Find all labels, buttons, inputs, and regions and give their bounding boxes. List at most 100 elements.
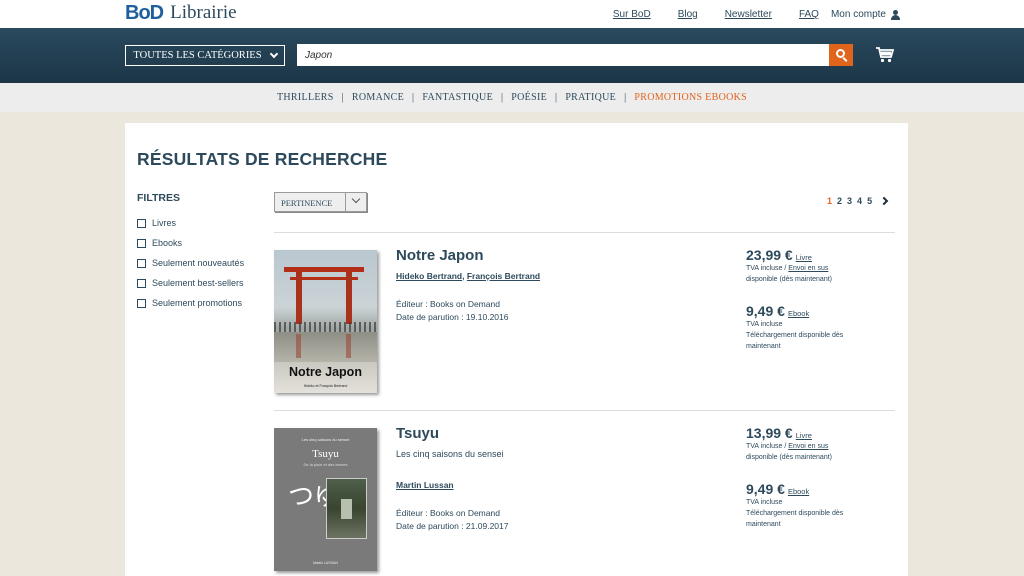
price-tax: TVA incluse / Envoi en sus	[746, 441, 832, 452]
checkbox[interactable]	[137, 258, 146, 268]
availability: disponible (dès maintenant)	[746, 454, 832, 461]
format-link-livre[interactable]: Livre	[796, 431, 812, 440]
top-bar: BoD BOOKS on DEMAND Librairie Sur BoD Bl…	[0, 0, 1024, 33]
search-input[interactable]	[297, 44, 829, 66]
book-authors: Martin Lussan	[396, 480, 454, 490]
author-link[interactable]: Martin Lussan	[396, 480, 454, 490]
page-4[interactable]: 4	[857, 196, 862, 206]
price-print: 23,99 €	[746, 247, 793, 263]
sort-label: PERTINENCE	[281, 198, 333, 208]
sort-dropdown[interactable]: PERTINENCE	[274, 192, 367, 212]
filter-ebooks[interactable]: Ebooks	[137, 238, 182, 248]
filter-livres[interactable]: Livres	[137, 218, 176, 228]
category-pratique[interactable]: PRATIQUE	[565, 92, 616, 103]
book-cover[interactable]: Notre Japon Hideko et François Bertrand	[274, 250, 377, 393]
author-link[interactable]: Hideko Bertrand	[396, 271, 462, 281]
filter-label: Seulement promotions	[152, 298, 243, 308]
page-5[interactable]: 5	[867, 196, 872, 206]
checkbox[interactable]	[137, 218, 146, 228]
logo-wordmark: Librairie	[170, 2, 237, 23]
book-date: Date de parution : 19.10.2016	[396, 312, 509, 322]
book-authors: Hideko Bertrand, François Bertrand	[396, 271, 541, 281]
tax-label: TVA incluse /	[746, 443, 789, 450]
category-fantastique[interactable]: FANTASTIQUE	[422, 92, 493, 103]
link-blog[interactable]: Blog	[678, 9, 698, 20]
cover-pillar	[346, 272, 352, 324]
shipping-link[interactable]: Envoi en sus	[788, 443, 828, 450]
book-date: Date de parution : 21.09.2017	[396, 521, 509, 531]
price-tax: TVA incluse	[746, 499, 783, 506]
filter-best-sellers[interactable]: Seulement best-sellers	[137, 278, 244, 288]
price-line: 9,49 € Ebook	[746, 303, 876, 319]
category-poesie[interactable]: POÉSIE	[511, 92, 547, 103]
cover-tagline: De la pluie et des larmes	[303, 462, 348, 467]
book-meta: Éditeur : Books on Demand Date de paruti…	[396, 298, 508, 324]
divider	[274, 232, 895, 233]
category-romance[interactable]: ROMANCE	[352, 92, 404, 103]
book-meta: Éditeur : Books on Demand Date de paruti…	[396, 507, 508, 533]
format-link-ebook[interactable]: Ebook	[788, 309, 809, 318]
price-line: 23,99 € Livre	[746, 247, 832, 263]
price-block-print: 13,99 € Livre TVA incluse / Envoi en sus…	[746, 425, 832, 463]
account-link[interactable]: Mon compte	[831, 9, 900, 20]
search-bar: TOUTES LES CATÉGORIES	[0, 28, 1024, 83]
book-title[interactable]: Tsuyu	[396, 425, 439, 442]
link-faq[interactable]: FAQ	[799, 9, 819, 20]
book-publisher: Éditeur : Books on Demand	[396, 508, 500, 518]
tax-label: TVA incluse /	[746, 265, 789, 272]
checkbox[interactable]	[137, 278, 146, 288]
logo[interactable]: BoD BOOKS on DEMAND Librairie	[125, 2, 237, 33]
category-separator: |	[624, 92, 627, 103]
cover-pillar	[296, 272, 302, 324]
cover-author: Martin LUSSAN	[313, 561, 338, 565]
cover-reflection	[296, 334, 301, 358]
book-title[interactable]: Notre Japon	[396, 247, 484, 264]
cart-icon[interactable]	[876, 47, 894, 63]
filter-nouveautes[interactable]: Seulement nouveautés	[137, 258, 244, 268]
price-block-print: 23,99 € Livre TVA incluse / Envoi en sus…	[746, 247, 832, 285]
format-link-livre[interactable]: Livre	[796, 253, 812, 262]
price-ebook: 9,49 €	[746, 303, 785, 319]
search-button[interactable]	[829, 44, 853, 66]
sort-divider	[345, 193, 346, 211]
chevron-down-icon	[351, 194, 361, 204]
divider	[274, 410, 895, 411]
availability: Téléchargement disponible dès maintenant	[746, 332, 844, 350]
page-1[interactable]: 1	[827, 196, 832, 206]
cover-people	[274, 322, 377, 332]
price-tax: TVA incluse	[746, 321, 783, 328]
book-cover[interactable]: Les cinq saisons du sensei Tsuyu De la p…	[274, 428, 377, 571]
price-line: 13,99 € Livre	[746, 425, 832, 441]
price-print: 13,99 €	[746, 425, 793, 441]
pagination: 1 2 3 4 5	[827, 196, 889, 206]
page-2[interactable]: 2	[837, 196, 842, 206]
category-dropdown[interactable]: TOUTES LES CATÉGORIES	[125, 45, 285, 66]
top-links: Sur BoD Blog Newsletter FAQ Mon compte	[586, 9, 900, 20]
category-separator: |	[412, 92, 415, 103]
page-3[interactable]: 3	[847, 196, 852, 206]
filter-label: Livres	[152, 218, 177, 228]
checkbox[interactable]	[137, 298, 146, 308]
chevron-right-icon[interactable]	[879, 196, 889, 206]
author-link[interactable]: François Bertrand	[467, 271, 540, 281]
cover-title: Tsuyu	[312, 448, 339, 460]
filters-title: FILTRES	[137, 192, 180, 204]
shipping-link[interactable]: Envoi en sus	[788, 265, 828, 272]
account-label: Mon compte	[830, 9, 886, 20]
book-publisher: Éditeur : Books on Demand	[396, 299, 500, 309]
category-separator: |	[500, 92, 504, 103]
category-thrillers[interactable]: THRILLERS	[277, 92, 334, 103]
checkbox[interactable]	[137, 238, 146, 248]
category-separator: |	[555, 92, 558, 103]
availability: Téléchargement disponible dès maintenant	[746, 510, 844, 528]
link-newsletter[interactable]: Newsletter	[725, 9, 772, 20]
user-icon	[890, 9, 900, 20]
page-title: RÉSULTATS DE RECHERCHE	[137, 149, 388, 169]
cover-authors: Hideko et François Bertrand	[303, 384, 348, 388]
cover-reflection	[346, 334, 351, 358]
filter-promotions[interactable]: Seulement promotions	[137, 298, 242, 308]
category-promotions-ebooks[interactable]: PROMOTIONS EBOOKS	[634, 92, 747, 103]
format-link-ebook[interactable]: Ebook	[788, 487, 809, 496]
link-sur-bod[interactable]: Sur BoD	[613, 9, 651, 20]
filter-label: Seulement nouveautés	[152, 258, 245, 268]
